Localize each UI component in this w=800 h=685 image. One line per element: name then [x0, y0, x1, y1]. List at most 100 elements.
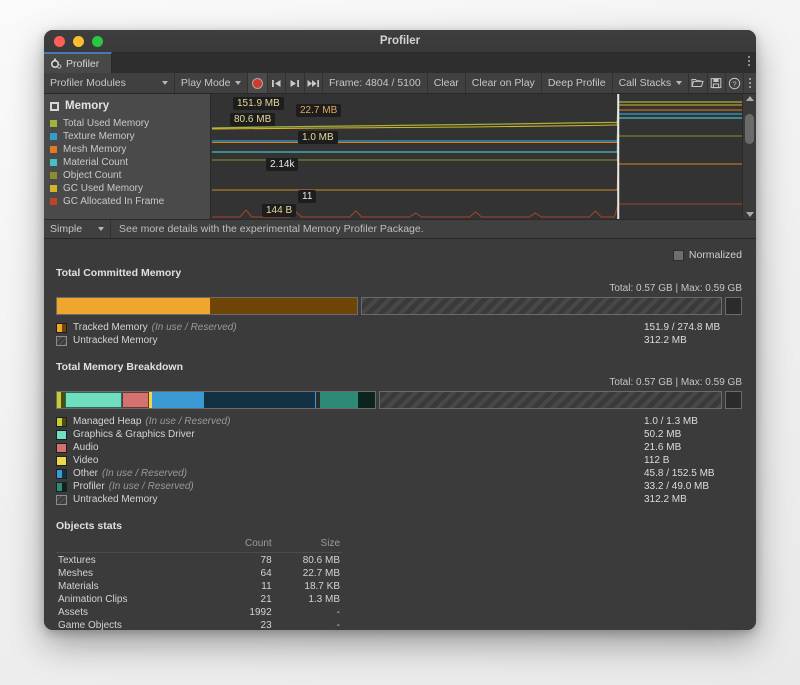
legend-swatch-video: [56, 456, 67, 466]
legend-label: Video: [73, 455, 98, 466]
total-committed-memory-section: Total Committed Memory Total: 0.57 GB | …: [44, 267, 756, 347]
normalized-checkbox[interactable]: [673, 250, 684, 261]
chart-series-texture-memory[interactable]: Texture Memory: [50, 130, 210, 143]
legend-row-graphics[interactable]: Graphics & Graphics Driver 50.2 MB: [56, 428, 742, 441]
play-mode-dropdown[interactable]: Play Mode: [175, 73, 249, 93]
view-mode-dropdown[interactable]: Simple: [44, 220, 111, 238]
chart-value-tag-material-count: 11: [298, 190, 316, 203]
scroll-down-icon[interactable]: [746, 212, 754, 217]
chart-series-total-used-memory[interactable]: Total Used Memory: [50, 117, 210, 130]
legend-value: 112 B: [644, 455, 742, 466]
svg-text:?: ?: [733, 79, 737, 88]
help-button[interactable]: ?: [726, 73, 744, 93]
window-menu-icon[interactable]: [748, 56, 750, 66]
legend-label: Graphics & Graphics Driver: [73, 429, 195, 440]
breakdown-tracked-bar[interactable]: [56, 391, 376, 409]
last-frame-button[interactable]: [305, 73, 323, 93]
call-stacks-dropdown[interactable]: Call Stacks: [613, 73, 690, 93]
legend-swatch-graphics: [56, 430, 67, 440]
series-color-swatch: [50, 159, 57, 166]
profiler-toolbar: Profiler Modules Play Mode: [44, 73, 756, 94]
chart-series-gc-allocated-in-frame[interactable]: GC Allocated In Frame: [50, 195, 210, 208]
cell-count: 21: [223, 593, 274, 606]
clear-button[interactable]: Clear: [428, 73, 466, 93]
legend-sublabel: (In use / Reserved): [145, 416, 230, 427]
legend-row-untracked[interactable]: Untracked Memory 312.2 MB: [56, 493, 742, 506]
chart-series-object-count[interactable]: Object Count: [50, 169, 210, 182]
legend-value: 33.2 / 49.0 MB: [644, 481, 742, 492]
table-row[interactable]: Textures 78 80.6 MB: [56, 553, 342, 568]
chart-scrollbar[interactable]: [742, 94, 756, 219]
legend-row-video[interactable]: Video 112 B: [56, 454, 742, 467]
chart-value-tag-gc-alloc: 144 B: [262, 204, 296, 217]
legend-row-profiler[interactable]: Profiler (In use / Reserved) 33.2 / 49.0…: [56, 480, 742, 493]
chart-value-tag-total-used: 151.9 MB: [233, 97, 284, 110]
window-title: Profiler: [44, 35, 756, 47]
legend-label: Profiler: [73, 481, 105, 492]
cell-name: Game Objects: [56, 619, 223, 630]
chart-value-tag-object-count: 2.14k: [266, 158, 298, 171]
chart-series-gc-used-memory[interactable]: GC Used Memory: [50, 182, 210, 195]
tab-profiler[interactable]: Profiler: [44, 52, 112, 73]
table-row[interactable]: Assets 1992 -: [56, 606, 342, 619]
breakdown-bar-end-cap: [725, 391, 742, 409]
legend-label: Tracked Memory: [73, 322, 148, 333]
total-memory-breakdown-bar[interactable]: [56, 391, 742, 409]
objects-stats-table: Count Size Textures 78 80.6 MB Meshes 64…: [56, 538, 342, 630]
legend-row-managed-heap[interactable]: Managed Heap (In use / Reserved) 1.0 / 1…: [56, 415, 742, 428]
memory-module-panel: Memory Total Used Memory Texture Memory …: [44, 94, 210, 219]
load-profile-button[interactable]: [689, 73, 707, 93]
chart-series-mesh-memory[interactable]: Mesh Memory: [50, 143, 210, 156]
table-row[interactable]: Materials 11 18.7 KB: [56, 580, 342, 593]
total-memory-breakdown-totals: Total: 0.57 GB | Max: 0.59 GB: [56, 377, 742, 388]
memory-chart-canvas[interactable]: 151.9 MB 22.7 MB 80.6 MB 1.0 MB 2.14k 11…: [210, 94, 742, 219]
committed-tracked-bar[interactable]: [56, 297, 358, 315]
cell-name: Animation Clips: [56, 593, 223, 606]
profiler-clock-icon: [50, 58, 62, 70]
toolbar-menu-icon[interactable]: [744, 73, 756, 93]
segment-graphics: [65, 392, 122, 408]
memory-module-title: Memory: [65, 100, 109, 112]
close-window-button[interactable]: [54, 36, 65, 47]
legend-row-untracked-memory[interactable]: Untracked Memory 312.2 MB: [56, 334, 742, 347]
profiler-modules-dropdown[interactable]: Profiler Modules: [44, 73, 175, 93]
memory-module-header: Memory: [50, 100, 210, 112]
previous-frame-button[interactable]: [268, 73, 286, 93]
chart-value-tag-gc-used: 1.0 MB: [298, 131, 338, 144]
scrollbar-thumb[interactable]: [745, 114, 754, 144]
table-row[interactable]: Animation Clips 21 1.3 MB: [56, 593, 342, 606]
scroll-up-icon[interactable]: [746, 96, 754, 101]
cell-count: 23: [223, 619, 274, 630]
legend-swatch-profiler: [56, 482, 67, 492]
cell-count: 1992: [223, 606, 274, 619]
series-color-swatch: [50, 185, 57, 192]
next-frame-button[interactable]: [286, 73, 304, 93]
series-label: Texture Memory: [63, 131, 135, 142]
committed-untracked-bar[interactable]: [361, 297, 722, 315]
chart-series-material-count[interactable]: Material Count: [50, 156, 210, 169]
tab-strip: Profiler: [44, 53, 756, 73]
minimize-window-button[interactable]: [73, 36, 84, 47]
table-row[interactable]: Meshes 64 22.7 MB: [56, 567, 342, 580]
profiler-modules-label: Profiler Modules: [50, 77, 126, 89]
segment-tracked-reserved: [210, 298, 357, 314]
total-committed-memory-bar[interactable]: [56, 297, 742, 315]
legend-row-tracked-memory[interactable]: Tracked Memory (In use / Reserved) 151.9…: [56, 321, 742, 334]
column-header-name: [56, 538, 223, 553]
zoom-window-button[interactable]: [92, 36, 103, 47]
legend-value: 21.6 MB: [644, 442, 742, 453]
committed-bar-end-cap: [725, 297, 742, 315]
save-profile-button[interactable]: [708, 73, 726, 93]
breakdown-untracked-bar[interactable]: [379, 391, 722, 409]
deep-profile-toggle[interactable]: Deep Profile: [542, 73, 613, 93]
chevron-down-icon: [235, 81, 241, 85]
legend-row-audio[interactable]: Audio 21.6 MB: [56, 441, 742, 454]
series-color-swatch: [50, 133, 57, 140]
table-row[interactable]: Game Objects 23 -: [56, 619, 342, 630]
table-header-row: Count Size: [56, 538, 342, 553]
clear-on-play-toggle[interactable]: Clear on Play: [466, 73, 542, 93]
cell-name: Materials: [56, 580, 223, 593]
legend-row-other[interactable]: Other (In use / Reserved) 45.8 / 152.5 M…: [56, 467, 742, 480]
record-button[interactable]: [248, 73, 267, 93]
load-icon: [691, 77, 704, 89]
